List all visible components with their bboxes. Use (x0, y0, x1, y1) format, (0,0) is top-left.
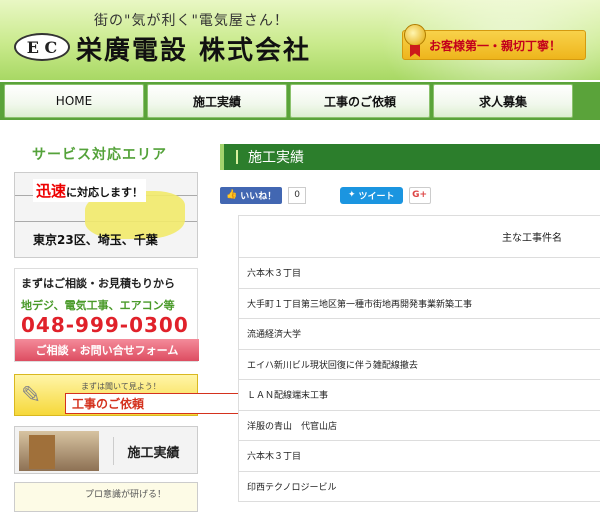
table-row: ＬＡＮ配線端末工事 (239, 380, 600, 411)
works-banner-label: 施工実績 (113, 437, 193, 465)
catchphrase: 街の"気が利く"電気屋さん！ (94, 10, 289, 30)
table-row: 六本木３丁目 (239, 258, 600, 289)
tweet-button[interactable]: ✦ ツイート (340, 187, 403, 204)
contact-form-button[interactable]: ご相談・お問い合せフォーム (15, 339, 199, 361)
table-row: 流通経済大学 (239, 319, 600, 350)
tweet-label: ツイート (359, 189, 395, 202)
map-fast-suffix: に対応します！ (66, 186, 143, 199)
project-name-cell: 大手町１丁目第三地区第一種市街地再開発事業新築工事 (239, 288, 600, 319)
project-name-cell: 六本木３丁目 (239, 441, 600, 472)
request-banner-small: まずは聞いて見よう！ (81, 381, 161, 392)
google-plus-button[interactable]: G+ (409, 187, 431, 204)
building-photo (19, 431, 99, 471)
project-name-cell: エイハ新川ビル現状回復に伴う雑配線撤去 (239, 349, 600, 380)
recruit-banner-text: プロ意識が研げる！ (85, 487, 166, 500)
project-name-cell: 六本木３丁目 (239, 258, 600, 289)
facebook-like-count: 0 (288, 187, 306, 204)
contact-box: まずはご相談・お見積もりから 地デジ、電気工事、エアコン等 048-999-03… (14, 268, 198, 362)
contact-intro: まずはご相談・お見積もりから (21, 275, 175, 291)
project-name-cell: 印西テクノロジービル (239, 471, 600, 502)
facebook-like-label: いいね！ (240, 189, 276, 202)
company-logo[interactable]: E C (14, 33, 70, 61)
map-region-text: 東京23区、埼玉、千葉 (33, 231, 158, 248)
project-name-cell: 流通経済大学 (239, 319, 600, 350)
nav-item-request[interactable]: 工事のご依頼 (290, 84, 430, 118)
nav-item-works[interactable]: 施工実績 (147, 84, 287, 118)
site-header: 街の"気が利く"電気屋さん！ E C 栄廣電設 株式会社 お客様第一・親切丁寧！ (0, 0, 600, 80)
social-buttons: 👍 いいね！ 0 ✦ ツイート G+ (220, 186, 600, 204)
thumbs-up-icon: 👍 (226, 190, 237, 200)
service-area-title: サービス対応エリア (32, 144, 200, 164)
table-row: 印西テクノロジービル (239, 471, 600, 502)
request-banner[interactable]: ✎ まずは聞いて見よう！ 工事のご依頼 (14, 374, 198, 416)
table-row: 六本木３丁目 (239, 441, 600, 472)
table-row: エイハ新川ビル現状回復に伴う雑配線撤去 (239, 349, 600, 380)
section-heading: 施工実績 (220, 144, 600, 170)
table-row: 大手町１丁目第三地区第一種市街地再開発事業新築工事 (239, 288, 600, 319)
wrench-icon: ✎ (21, 381, 41, 409)
contact-services: 地デジ、電気工事、エアコン等 (21, 297, 175, 313)
facebook-like-button[interactable]: 👍 いいね！ (220, 187, 282, 204)
service-area-map: 迅速に対応します！ 東京23区、埼玉、千葉 (14, 172, 198, 258)
heading-bar (236, 150, 238, 164)
recruit-banner[interactable]: プロ意識が研げる！ (14, 482, 198, 512)
works-banner[interactable]: 施工実績 (14, 426, 198, 474)
nav-item-home[interactable]: HOME (4, 84, 144, 118)
sidebar: サービス対応エリア 迅速に対応します！ 東京23区、埼玉、千葉 まずはご相談・お… (14, 144, 200, 512)
badge-text: お客様第一・親切丁寧！ (429, 37, 561, 54)
medal-icon (404, 24, 426, 46)
table-row: 洋服の青山 代官山店 (239, 410, 600, 441)
section-title-text: 施工実績 (248, 147, 304, 167)
contact-phone[interactable]: 048-999-0300 (21, 313, 189, 337)
main-content: 施工実績 👍 いいね！ 0 ✦ ツイート G+ 主な工事件名 六本木３丁目 大手… (220, 144, 600, 502)
company-name: 栄廣電設 株式会社 (76, 30, 311, 67)
map-fast-caption: 迅速に対応します！ (33, 179, 146, 202)
twitter-bird-icon: ✦ (348, 190, 356, 200)
table-header-project: 主な工事件名 (239, 216, 600, 258)
project-name-cell: ＬＡＮ配線端末工事 (239, 380, 600, 411)
logo-letters: E C (27, 38, 58, 57)
project-name-cell: 洋服の青山 代官山店 (239, 410, 600, 441)
table-header-row: 主な工事件名 (239, 216, 600, 258)
works-table: 主な工事件名 六本木３丁目 大手町１丁目第三地区第一種市街地再開発事業新築工事 … (238, 215, 600, 502)
nav-item-recruit[interactable]: 求人募集 (433, 84, 573, 118)
map-fast-word: 迅速 (36, 182, 66, 200)
customer-first-badge: お客様第一・親切丁寧！ (402, 30, 586, 60)
global-nav: HOME 施工実績 工事のご依頼 求人募集 (0, 82, 600, 120)
